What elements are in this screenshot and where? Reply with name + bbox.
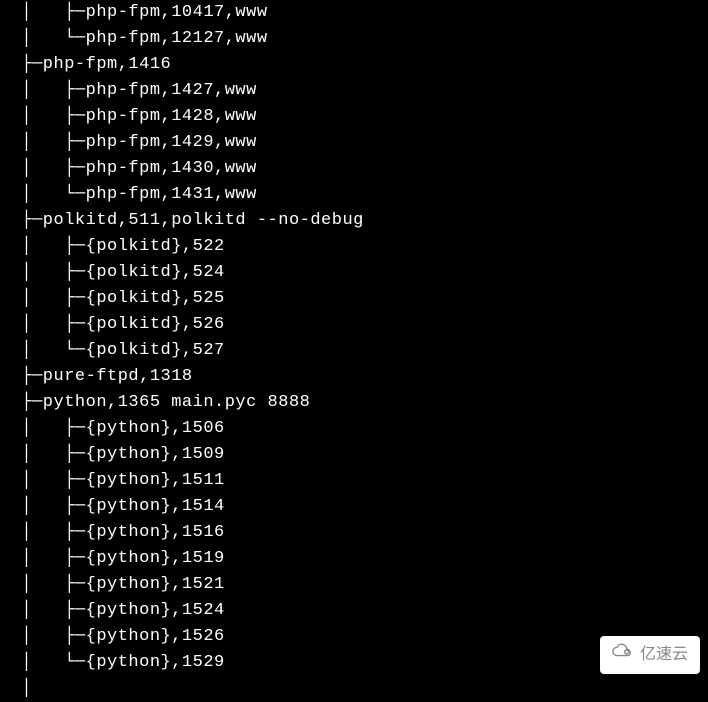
terminal-line: │ └─{polkitd},527 xyxy=(0,338,708,364)
terminal-line: ├─python,1365 main.pyc 8888 xyxy=(0,390,708,416)
watermark-badge: 亿速云 xyxy=(600,636,700,674)
terminal-line: │ ├─{polkitd},526 xyxy=(0,312,708,338)
terminal-line: │ ├─php-fpm,1428,www xyxy=(0,104,708,130)
terminal-line: │ ├─php-fpm,1427,www xyxy=(0,78,708,104)
terminal-line: │ └─php-fpm,1431,www xyxy=(0,182,708,208)
terminal-line: │ ├─php-fpm,10417,www xyxy=(0,0,708,26)
cloud-icon xyxy=(612,642,634,668)
terminal-line: │ ├─php-fpm,1430,www xyxy=(0,156,708,182)
terminal-line: │ ├─{polkitd},525 xyxy=(0,286,708,312)
terminal-line: │ xyxy=(0,676,708,702)
terminal-line: │ └─php-fpm,12127,www xyxy=(0,26,708,52)
terminal-output: │ ├─php-fpm,10417,www │ └─php-fpm,12127,… xyxy=(0,0,708,702)
terminal-line: │ ├─{python},1519 xyxy=(0,546,708,572)
terminal-line: ├─php-fpm,1416 xyxy=(0,52,708,78)
terminal-line: │ ├─php-fpm,1429,www xyxy=(0,130,708,156)
terminal-line: ├─polkitd,511,polkitd --no-debug xyxy=(0,208,708,234)
terminal-line: │ ├─{polkitd},522 xyxy=(0,234,708,260)
terminal-line: │ ├─{python},1509 xyxy=(0,442,708,468)
terminal-line: │ ├─{python},1506 xyxy=(0,416,708,442)
terminal-line: │ ├─{python},1516 xyxy=(0,520,708,546)
terminal-line: │ ├─{python},1521 xyxy=(0,572,708,598)
terminal-line: │ ├─{polkitd},524 xyxy=(0,260,708,286)
watermark-text: 亿速云 xyxy=(640,642,688,668)
terminal-line: ├─pure-ftpd,1318 xyxy=(0,364,708,390)
terminal-line: │ ├─{python},1514 xyxy=(0,494,708,520)
terminal-line: │ ├─{python},1524 xyxy=(0,598,708,624)
terminal-line: │ ├─{python},1511 xyxy=(0,468,708,494)
